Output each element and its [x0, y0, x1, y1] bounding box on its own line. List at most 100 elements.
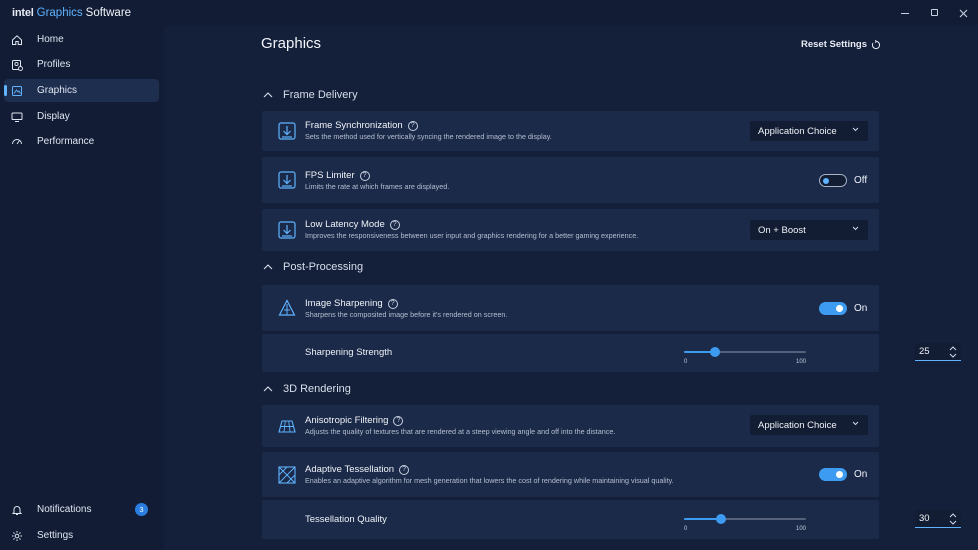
setting-label: Frame Synchronization?: [305, 120, 418, 131]
setting-card-tessellation-quality: Tessellation Quality 0 100 30: [262, 500, 961, 539]
slider-min: 0: [684, 526, 688, 532]
restore-button[interactable]: [924, 5, 944, 21]
stepper-arrows-icon[interactable]: [948, 512, 958, 526]
sharpening-strength-slider[interactable]: 0 100: [684, 344, 806, 366]
slider-thumb[interactable]: [716, 514, 726, 524]
toggle-state: Off: [854, 175, 868, 186]
setting-description: Sharpens the composited image before it'…: [305, 310, 508, 319]
setting-label: Adaptive Tessellation?: [305, 464, 410, 475]
tessellation-icon: [278, 466, 296, 484]
profiles-icon: [11, 59, 23, 71]
tessellation-quality-stepper[interactable]: 30: [915, 510, 961, 528]
reset-icon: [871, 39, 881, 49]
graphics-icon: [11, 85, 23, 97]
setting-label: Tessellation Quality: [305, 514, 387, 525]
help-icon[interactable]: ?: [399, 464, 410, 475]
frame-sync-icon: [278, 122, 296, 140]
sidebar-item-label: Notifications: [37, 504, 92, 515]
help-icon[interactable]: ?: [389, 219, 400, 230]
dropdown-value: Application Choice: [758, 419, 837, 431]
setting-label: Image Sharpening?: [305, 298, 398, 309]
low-latency-icon: [278, 221, 296, 239]
sidebar-item-home[interactable]: Home: [4, 28, 159, 51]
section-title: 3D Rendering: [283, 383, 351, 395]
frame-sync-dropdown[interactable]: Application Choice: [750, 121, 868, 141]
setting-card-fps-limiter: FPS Limiter? Limits the rate at which fr…: [262, 157, 879, 203]
sidebar-item-label: Performance: [37, 136, 95, 147]
adaptive-tessellation-toggle[interactable]: [819, 468, 847, 481]
anisotropic-icon: [278, 417, 296, 435]
performance-icon: [11, 136, 23, 148]
fps-limiter-icon: [278, 171, 296, 189]
chevron-up-icon: [263, 264, 273, 270]
slider-max: 100: [795, 359, 806, 365]
dropdown-value: Application Choice: [758, 125, 837, 137]
slider-min: 0: [684, 359, 688, 365]
section-3d-rendering[interactable]: 3D Rendering: [263, 383, 351, 395]
setting-description: Sets the method used for vertically sync…: [305, 132, 552, 141]
slider-thumb[interactable]: [710, 347, 720, 357]
section-post-processing[interactable]: Post-Processing: [263, 261, 363, 273]
help-icon[interactable]: ?: [359, 170, 370, 181]
sidebar-item-settings[interactable]: Settings: [4, 524, 159, 547]
stepper-arrows-icon[interactable]: [948, 345, 958, 359]
help-icon[interactable]: ?: [407, 120, 418, 131]
main-content: Graphics Reset Settings Frame Delivery F…: [164, 26, 978, 550]
sidebar-item-label: Home: [37, 34, 64, 45]
slider-max: 100: [795, 526, 806, 532]
sidebar-item-label: Graphics: [37, 85, 78, 96]
toggle-knob: [823, 177, 829, 184]
sidebar-item-performance[interactable]: Performance: [4, 130, 159, 153]
chevron-down-icon: [852, 226, 859, 231]
anisotropic-dropdown[interactable]: Application Choice: [750, 415, 868, 435]
chevron-up-icon: [263, 386, 273, 392]
chevron-up-icon: [263, 92, 273, 98]
section-title: Frame Delivery: [283, 89, 358, 101]
setting-description: Improves the responsiveness between user…: [305, 231, 639, 240]
setting-label: Low Latency Mode?: [305, 219, 400, 230]
stepper-value: 25: [919, 346, 930, 357]
setting-label: Sharpening Strength: [305, 347, 393, 358]
sidebar: Home Profiles Graphics Display Performan…: [0, 26, 164, 550]
app-title: intel Graphics Software: [12, 7, 131, 19]
title-bar: intel Graphics Software: [0, 0, 978, 26]
help-icon[interactable]: ?: [387, 298, 398, 309]
setting-label: FPS Limiter?: [305, 170, 370, 181]
page-title: Graphics: [261, 35, 322, 52]
fps-limiter-toggle[interactable]: [819, 174, 847, 187]
minimize-button[interactable]: [895, 5, 915, 21]
tessellation-quality-slider[interactable]: 0 100: [684, 511, 806, 533]
app-name-rest: Software: [85, 7, 132, 19]
chevron-down-icon: [852, 127, 859, 132]
reset-settings-button[interactable]: Reset Settings: [801, 39, 881, 50]
chevron-down-icon: [852, 421, 859, 426]
restore-icon: [930, 9, 938, 16]
sidebar-item-profiles[interactable]: Profiles: [4, 53, 159, 76]
sidebar-item-graphics[interactable]: Graphics: [4, 79, 159, 102]
sidebar-item-display[interactable]: Display: [4, 105, 159, 128]
intel-logo: intel: [12, 7, 34, 19]
help-icon[interactable]: ?: [393, 415, 404, 426]
setting-card-frame-sync: Frame Synchronization? Sets the method u…: [262, 111, 879, 151]
low-latency-dropdown[interactable]: On + Boost: [750, 220, 868, 240]
sidebar-item-notifications[interactable]: Notifications 3: [4, 498, 159, 521]
setting-card-low-latency: Low Latency Mode? Improves the responsiv…: [262, 209, 879, 251]
sidebar-item-label: Display: [37, 111, 70, 122]
toggle-knob: [836, 471, 843, 478]
setting-description: Limits the rate at which frames are disp…: [305, 182, 450, 191]
setting-label: Anisotropic Filtering?: [305, 415, 404, 426]
toggle-state: On: [854, 469, 868, 480]
setting-card-adaptive-tessellation: Adaptive Tessellation? Enables an adapti…: [262, 452, 879, 497]
section-frame-delivery[interactable]: Frame Delivery: [263, 89, 358, 101]
app-name-accent: Graphics: [36, 7, 83, 19]
home-icon: [11, 34, 23, 46]
close-button[interactable]: [953, 5, 973, 21]
toggle-knob: [836, 305, 843, 312]
sharpening-strength-stepper[interactable]: 25: [915, 343, 961, 361]
toggle-state: On: [854, 303, 868, 314]
notification-badge: 3: [135, 503, 148, 516]
display-icon: [11, 111, 23, 123]
reset-settings-label: Reset Settings: [801, 39, 867, 50]
sidebar-item-label: Profiles: [37, 59, 71, 70]
image-sharpening-toggle[interactable]: [819, 302, 847, 315]
